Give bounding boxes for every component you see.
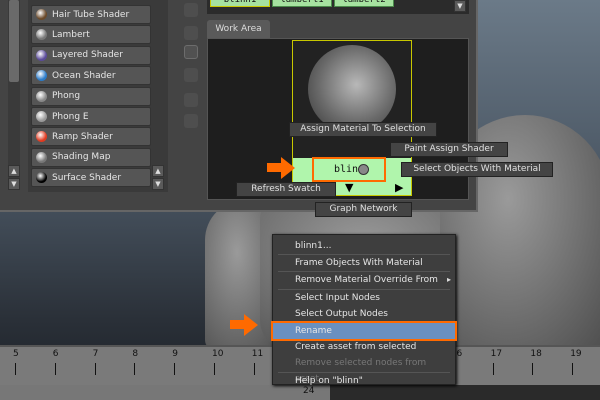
sort-type-icon[interactable] xyxy=(184,68,198,82)
toolbar-icon[interactable] xyxy=(184,3,198,17)
shader-item[interactable]: Shading Map xyxy=(31,147,151,167)
expand-right-icon[interactable]: ▶ xyxy=(395,181,403,194)
timeline-tick-label: 18 xyxy=(530,349,542,359)
shader-item[interactable]: Lambert xyxy=(31,25,151,45)
arrow-annotation-head xyxy=(281,157,295,179)
shading-map-icon xyxy=(36,151,47,163)
timeline-tick-label: 11 xyxy=(251,349,264,359)
sort-time-icon[interactable] xyxy=(184,93,198,107)
timeline-tick-label: 10 xyxy=(212,349,224,359)
shader-item[interactable]: Ramp Shader xyxy=(31,127,151,147)
timeline-tick xyxy=(572,363,574,375)
refresh-swatch-tooltip[interactable]: Refresh Swatch xyxy=(236,182,336,197)
toolbar-column xyxy=(180,0,202,200)
surface-icon xyxy=(36,172,47,184)
assign-material-tooltip[interactable]: Assign Material To Selection xyxy=(289,122,437,137)
shader-item-label: Layered Shader xyxy=(52,50,123,61)
menu-item[interactable]: Rename xyxy=(271,321,457,341)
timeline-tick-label: 8 xyxy=(132,349,139,359)
scroll-up-button[interactable]: ▲ xyxy=(8,165,20,177)
timeline-tick xyxy=(134,363,136,375)
material-swatch-sphere xyxy=(308,45,396,133)
phong-icon xyxy=(36,90,47,102)
left-scrollbar[interactable] xyxy=(8,0,20,190)
menu-item[interactable]: Remove Material Override From xyxy=(278,272,450,288)
paint-assign-tooltip[interactable]: Paint Assign Shader xyxy=(390,142,508,157)
menu-item[interactable]: Frame Objects With Material xyxy=(278,255,450,271)
shader-item-label: Lambert xyxy=(52,29,90,40)
material-swatch-row: blinn1 lambert1 lambert2 ▼ xyxy=(207,0,469,14)
shader-item-label: Shading Map xyxy=(52,152,111,163)
submenu-arrow-icon: ▸ xyxy=(446,275,451,285)
swatch-lambert1[interactable]: lambert1 xyxy=(272,0,332,7)
shader-item[interactable]: Ocean Shader xyxy=(31,66,151,86)
context-menu: blinn1... Frame Objects With Material Remo… xyxy=(271,234,457,386)
timeline-tick xyxy=(15,363,16,375)
timeline-tick xyxy=(174,363,176,375)
shader-item[interactable]: Phong E xyxy=(31,107,151,126)
cursor-icon xyxy=(358,164,369,175)
swatch-lambert2[interactable]: lambert2 xyxy=(334,0,394,7)
shader-item-label: Phong E xyxy=(52,111,89,122)
layered-icon xyxy=(36,49,47,61)
list-scroll-up[interactable]: ▲ xyxy=(152,165,164,177)
timeline-tick xyxy=(214,363,215,375)
ramp-icon xyxy=(36,131,47,143)
swatch-scroll-down[interactable]: ▼ xyxy=(454,0,466,12)
menu-item[interactable]: Select Output Nodes xyxy=(278,306,450,322)
timeline-tick xyxy=(253,363,255,375)
timeline-tick-label: 7 xyxy=(92,349,99,359)
shader-item-label: Phong xyxy=(52,91,81,102)
timeline-tick-label: 17 xyxy=(490,349,503,359)
timeline-tick-label: 5 xyxy=(13,349,19,359)
toolbar-icon[interactable] xyxy=(184,26,198,40)
shader-item[interactable]: Phong xyxy=(31,86,151,106)
shader-item-label: Hair Tube Shader xyxy=(52,9,130,20)
menu-item[interactable]: Create asset from selected xyxy=(278,339,450,355)
hair-tube-icon xyxy=(36,9,47,20)
shader-item-label: Ocean Shader xyxy=(52,70,116,81)
menu-item: Remove selected nodes from asset xyxy=(295,358,427,385)
menu-item[interactable]: Help on "blinn" xyxy=(278,373,450,389)
node-name-field[interactable]: blinn xyxy=(312,157,386,182)
shader-item[interactable]: Hair Tube Shader xyxy=(31,5,151,24)
timeline-tick xyxy=(54,363,56,375)
shader-item[interactable]: Surface Shader xyxy=(31,168,151,188)
list-scroll-down[interactable]: ▼ xyxy=(152,178,164,190)
timeline-tick-label: 6 xyxy=(52,349,59,359)
timeline-tick xyxy=(532,363,534,375)
phong-e-icon xyxy=(36,111,47,122)
hypershade-window: ▲ ▼ Hair Tube Shader Lambert Layered Shade… xyxy=(0,0,553,217)
select-objects-tooltip[interactable]: Select Objects With Material xyxy=(401,162,553,177)
timeline-tick-label: 9 xyxy=(172,349,178,359)
shader-item-label: Surface Shader xyxy=(52,172,122,183)
graph-network-tooltip[interactable]: Graph Network xyxy=(315,202,412,217)
timeline-tick-label: 19 xyxy=(570,349,582,359)
arrow-annotation xyxy=(267,163,281,172)
timeline-tick xyxy=(492,363,494,375)
sort-reverse-icon[interactable] xyxy=(184,114,198,128)
menu-item[interactable]: blinn1... xyxy=(278,238,450,254)
swatch-blinn1[interactable]: blinn1 xyxy=(210,0,270,7)
tab-work-area[interactable]: Work Area xyxy=(207,20,270,39)
shader-list: Hair Tube Shader Lambert Layered Shader Oce… xyxy=(28,0,168,192)
menu-item[interactable]: Select Input Nodes xyxy=(278,290,450,306)
expand-down-icon[interactable]: ▼ xyxy=(345,181,353,194)
ocean-icon xyxy=(36,70,47,82)
lambert-icon xyxy=(36,29,47,41)
scroll-down-button[interactable]: ▼ xyxy=(8,178,20,190)
shader-item-label: Ramp Shader xyxy=(52,131,113,142)
timeline-tick xyxy=(94,363,96,375)
shader-item[interactable]: Layered Shader xyxy=(31,45,151,65)
scroll-thumb[interactable] xyxy=(9,0,19,82)
arrow-annotation-head xyxy=(244,314,258,336)
arrow-annotation xyxy=(230,320,244,329)
sort-az-icon[interactable] xyxy=(184,45,198,59)
